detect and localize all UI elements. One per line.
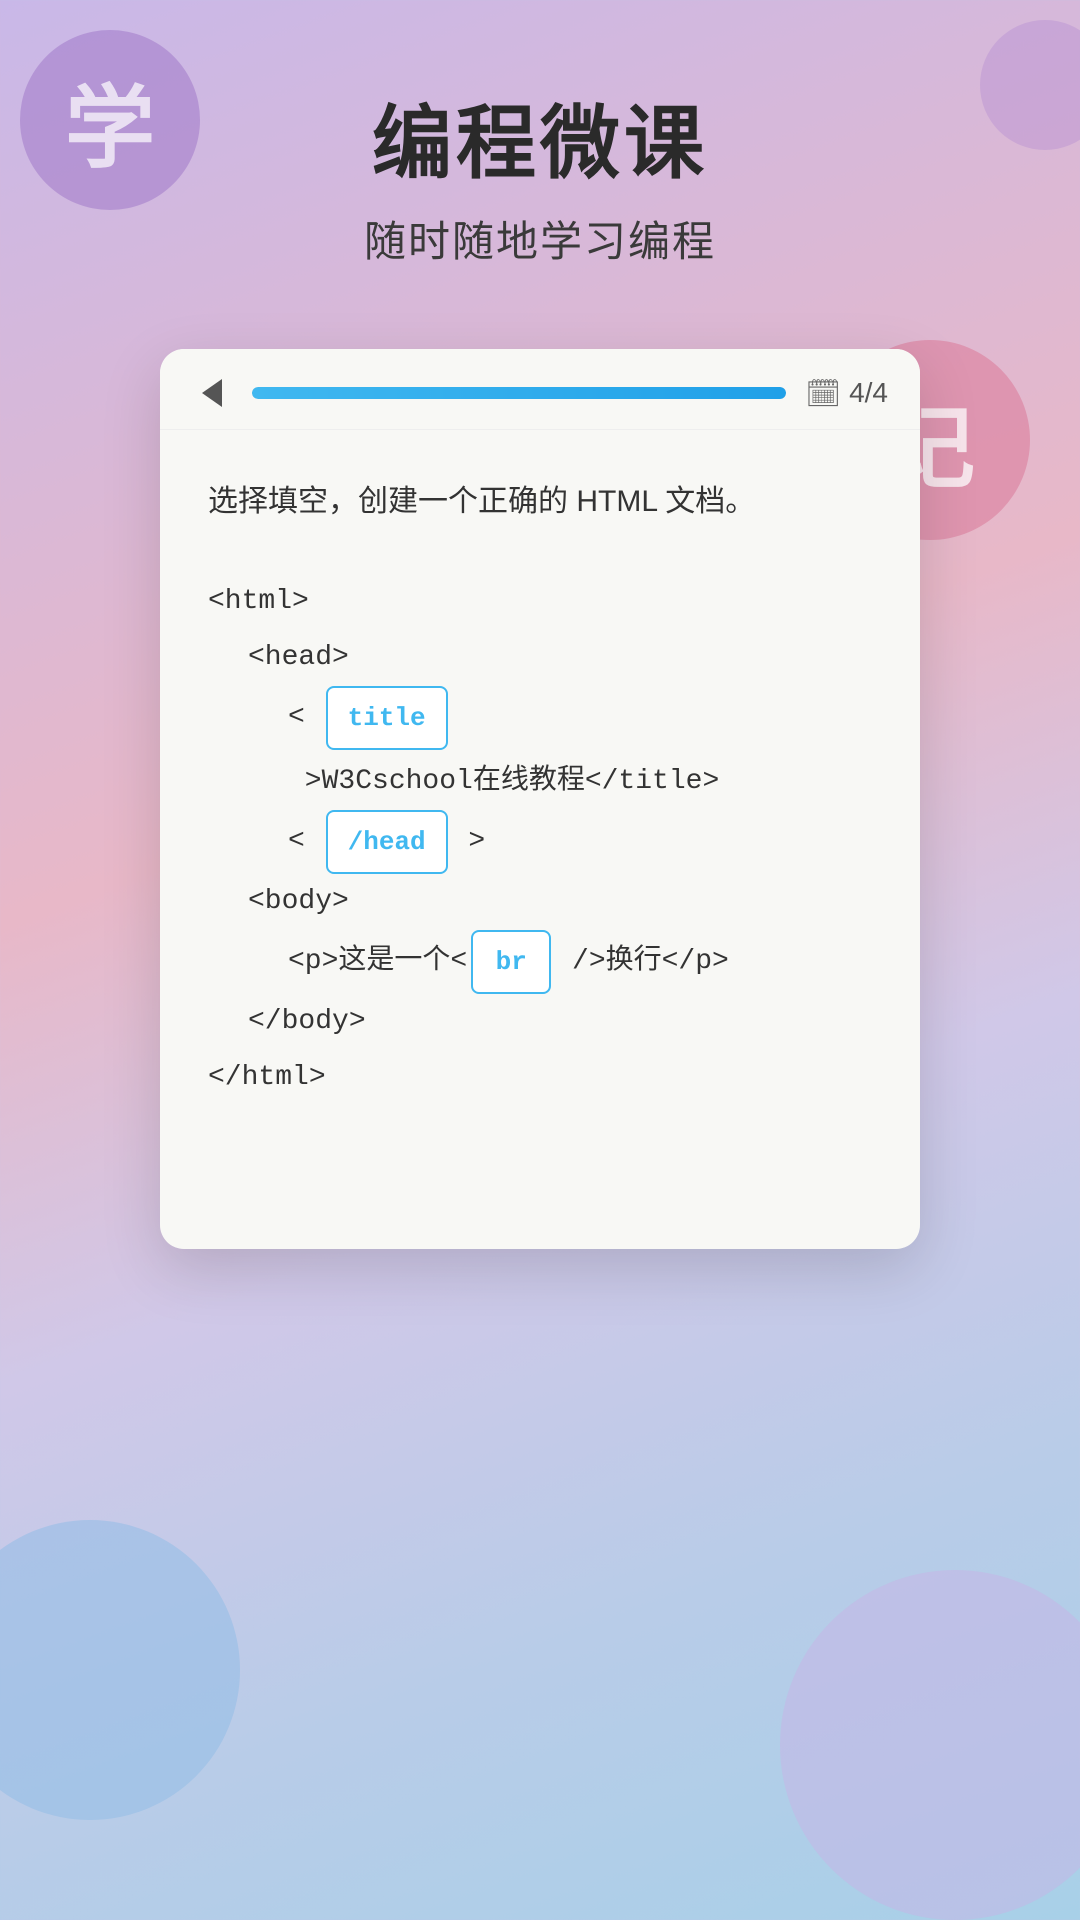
app-subtitle: 随时随地学习编程	[0, 208, 1080, 269]
blank-chip-br[interactable]: br	[471, 930, 551, 994]
progress-bar-track	[252, 387, 786, 399]
header: 编程微课 随时随地学习编程	[0, 0, 1080, 269]
card-container: 🗓 4/4 选择填空，创建一个正确的 HTML 文档。 <html> <head…	[160, 349, 920, 1249]
code-text-2: <head>	[248, 630, 349, 686]
code-text-4b: >	[452, 814, 486, 870]
code-block: <html> <head> < title >W3Cschool在线教程</ti…	[208, 574, 872, 1106]
card-header: 🗓 4/4	[160, 349, 920, 430]
code-line-2: <head>	[208, 630, 872, 686]
code-text-5: <body>	[248, 874, 349, 930]
page-indicator: 🗓 4/4	[806, 377, 888, 410]
calendar-icon: 🗓	[806, 377, 842, 410]
code-text-1: <html>	[208, 574, 309, 630]
code-line-7: </body>	[208, 994, 872, 1050]
page-indicator-text: 4/4	[849, 377, 888, 409]
back-icon	[202, 379, 222, 407]
progress-bar-fill	[252, 387, 786, 399]
code-line-4: < /head >	[208, 810, 872, 874]
back-button[interactable]	[192, 373, 232, 413]
code-line-8: </html>	[208, 1050, 872, 1106]
code-text-7: </body>	[248, 994, 366, 1050]
code-line-3: < title >W3Cschool在线教程</title>	[208, 686, 872, 810]
card: 🗓 4/4 选择填空，创建一个正确的 HTML 文档。 <html> <head…	[160, 349, 920, 1249]
code-text-6a: <p>这是一个<	[288, 934, 467, 990]
code-text-8: </html>	[208, 1050, 326, 1106]
question-instruction: 选择填空，创建一个正确的 HTML 文档。	[208, 478, 872, 526]
bg-blob-bottom-left	[0, 1520, 240, 1820]
bg-blob-bottom-right	[780, 1570, 1080, 1920]
code-text-3a: <	[288, 690, 322, 746]
code-line-1: <html>	[208, 574, 872, 630]
code-line-6: <p>这是一个< br />换行</p>	[208, 930, 872, 994]
code-text-6b: />换行</p>	[555, 934, 729, 990]
code-text-4a: <	[288, 814, 322, 870]
card-body: 选择填空，创建一个正确的 HTML 文档。 <html> <head> < ti…	[160, 430, 920, 1166]
blank-chip-head[interactable]: /head	[326, 810, 448, 874]
code-text-3b: >W3Cschool在线教程</title>	[288, 754, 719, 810]
blank-chip-title[interactable]: title	[326, 686, 448, 750]
code-line-5: <body>	[208, 874, 872, 930]
app-title: 编程微课	[0, 100, 1080, 188]
